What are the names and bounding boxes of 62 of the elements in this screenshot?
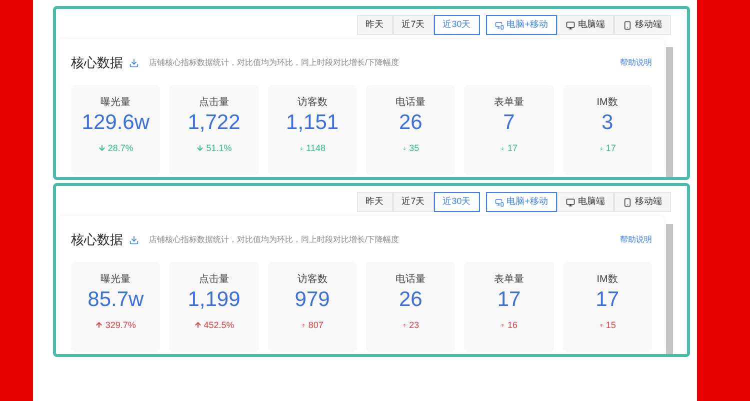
section-note: 店铺核心指标数据统计，对比值均为环比，同上时段对比增长/下降幅度 [149,234,400,246]
download-icon[interactable] [129,58,139,68]
device-icon [494,198,504,206]
metric-change: 51.1% [206,142,232,154]
metric-value: 979 [294,286,330,312]
device-icon [566,20,575,30]
metric-value: 1,199 [188,286,240,312]
metric-change: 23 [409,318,420,332]
metric-label: 点击量 [198,96,229,110]
date-range-tab[interactable]: 近7天 [392,192,434,212]
device-tab[interactable]: 电脑+移动 [486,192,557,212]
metric-value: 3 [601,110,614,136]
metric-change: 329.7% [105,318,136,332]
metric-change: 16 [507,318,518,332]
date-range-tab[interactable]: 近30天 [434,15,480,35]
device-tab[interactable]: 电脑端 [557,192,614,212]
metric-value: 7 [503,110,515,136]
date-range-tab[interactable]: 近7天 [392,15,434,35]
download-icon[interactable] [129,234,139,245]
metric-value: 85.7w [88,286,144,312]
metric-change: 1148 [306,142,326,154]
metric-change: 15 [606,318,616,332]
metric-value: 1,722 [188,110,240,136]
date-range-tab[interactable]: 近30天 [434,192,480,212]
metric-label: 表单量 [494,96,524,110]
help-link[interactable]: 帮助说明 [620,234,652,246]
metric-value: 1,151 [286,110,339,136]
date-range-tab[interactable]: 昨天 [356,15,393,35]
date-range-tab[interactable]: 昨天 [356,192,393,212]
section-note: 店铺核心指标数据统计，对比值均为环比，同上时段对比增长/下降幅度 [149,56,400,69]
metric-change: 35 [409,142,420,154]
metric-value: 17 [497,286,521,312]
metric-label: 访客数 [297,96,328,110]
section-title: 核心数据 [71,231,123,249]
metric-label: 电话量 [396,272,426,286]
metric-label: 曝光量 [100,96,131,110]
metric-change: 28.7% [108,142,134,154]
metric-change: 807 [308,318,324,332]
metric-value: 17 [596,286,619,312]
help-link[interactable]: 帮助说明 [620,56,652,69]
device-tab[interactable]: 移动端 [614,192,671,212]
metric-change: 17 [606,142,616,154]
metric-label: 点击量 [198,272,229,286]
metric-label: IM数 [596,272,618,286]
metric-label: 表单量 [494,272,524,286]
metric-label: 访客数 [297,272,328,286]
metric-label: IM数 [596,96,618,110]
device-icon [566,198,575,206]
metric-value: 26 [398,286,422,312]
device-icon [623,20,632,30]
device-tab[interactable]: 移动端 [614,15,671,35]
metric-value: 26 [398,110,422,136]
metric-change: 452.5% [204,318,234,332]
device-tab[interactable]: 电脑+移动 [486,15,557,35]
metric-label: 电话量 [396,96,426,110]
metric-value: 129.6w [82,110,150,136]
metric-label: 曝光量 [100,272,131,286]
metric-change: 17 [507,142,518,154]
device-icon [494,20,504,30]
section-title: 核心数据 [71,54,123,72]
device-tab[interactable]: 电脑端 [557,15,614,35]
device-icon [623,198,632,206]
